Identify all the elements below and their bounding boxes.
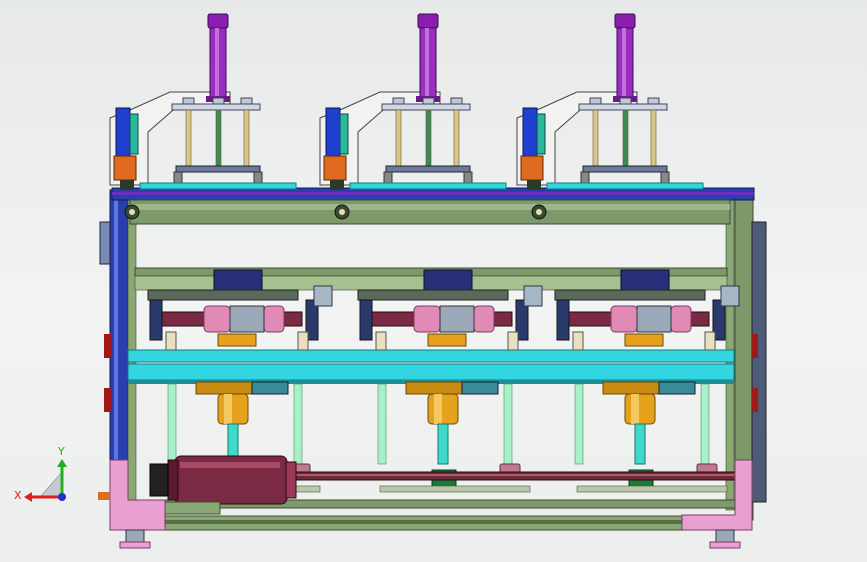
machine-assembly-drawing: X Y (14, 13, 767, 549)
gearbox (427, 393, 459, 425)
vertical-column (437, 423, 449, 465)
x-axis-label: X (14, 489, 22, 502)
coordinate-triad: X Y (14, 445, 67, 502)
guide-rod (622, 109, 629, 169)
station-1 (109, 13, 333, 493)
press-table (139, 182, 297, 190)
guide-rod (215, 109, 222, 169)
guide-rod (185, 109, 192, 169)
station-3 (516, 13, 740, 493)
cyan-rail-lower (127, 363, 735, 381)
gearbox (624, 393, 656, 425)
guide-rod (395, 109, 402, 169)
guide-rod (425, 109, 432, 169)
station-2 (319, 13, 543, 493)
pneumatic-cylinder (614, 13, 636, 29)
guide-rod (453, 109, 460, 169)
press-table (546, 182, 704, 190)
guide-rod (243, 109, 250, 169)
y-axis-label: Y (57, 445, 65, 458)
gearbox (217, 393, 249, 425)
pneumatic-cylinder (417, 13, 439, 29)
guide-rod (650, 109, 657, 169)
foot-right (715, 529, 735, 543)
cyan-rail-upper (127, 349, 735, 363)
z-axis-dot (58, 493, 66, 501)
press-table (349, 182, 507, 190)
stations-group (109, 13, 740, 493)
cad-viewport[interactable]: X Y (0, 0, 867, 562)
guide-rod (592, 109, 599, 169)
foot-left (125, 529, 145, 543)
vertical-column (634, 423, 646, 465)
pneumatic-cylinder (207, 13, 229, 29)
